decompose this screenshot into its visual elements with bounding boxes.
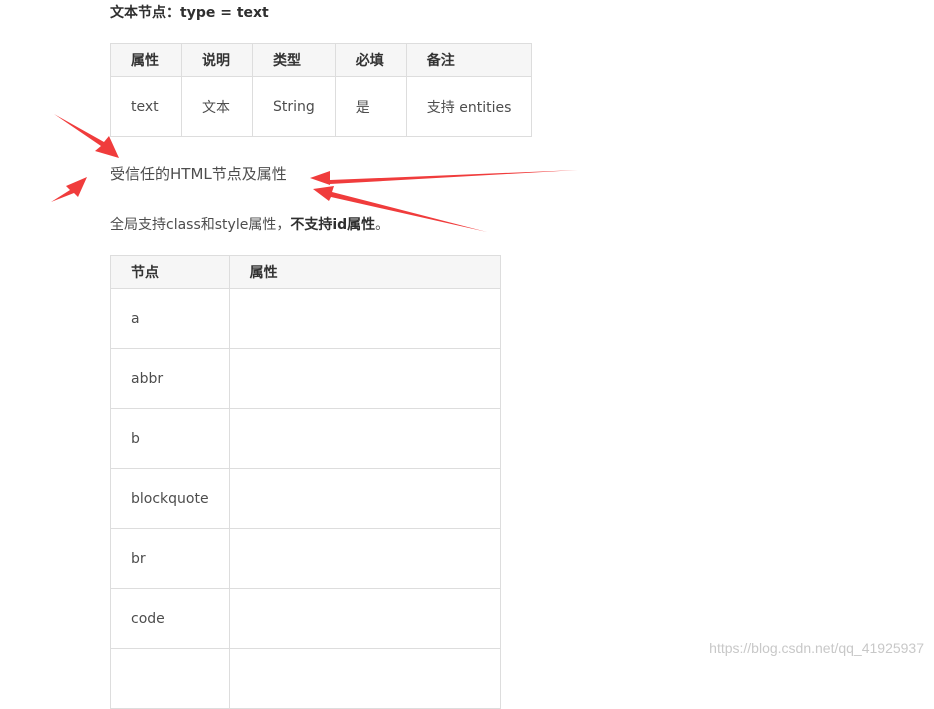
- arrow-right-lower: [313, 186, 487, 232]
- arrow-lower-left: [51, 177, 87, 202]
- annotation-arrows: [51, 114, 578, 232]
- arrow-upper-left: [54, 114, 119, 158]
- watermark: https://blog.csdn.net/qq_41925937: [709, 640, 924, 656]
- arrow-right-upper: [310, 170, 578, 185]
